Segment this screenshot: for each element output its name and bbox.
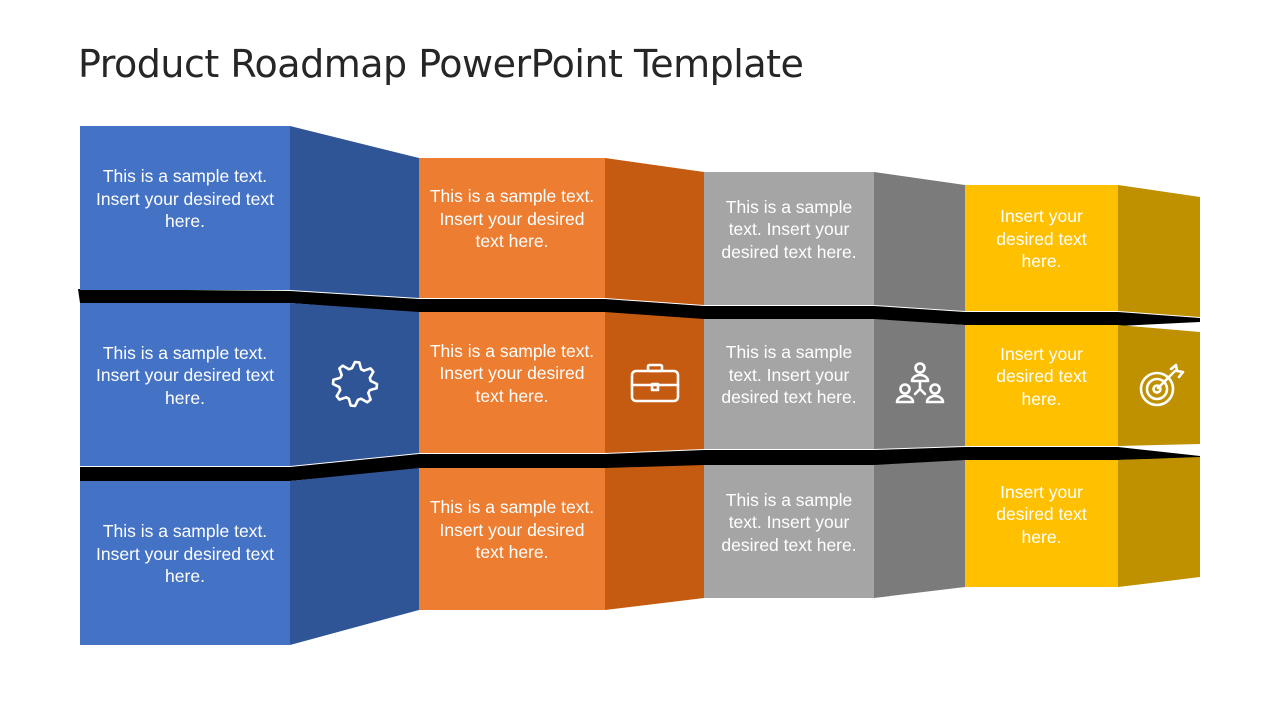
- briefcase-icon: [629, 357, 681, 409]
- team-hierarchy-icon: [894, 359, 946, 411]
- gray-row-2-text: This is a sample text. Insert your desir…: [721, 342, 857, 408]
- orange-row-2-text: This is a sample text. Insert your desir…: [429, 340, 595, 406]
- yellow-side-block-3: [1118, 457, 1200, 587]
- yellow-side-block-1: [1118, 185, 1200, 317]
- gear-icon: [329, 358, 381, 410]
- gray-side-block-1: [874, 172, 965, 311]
- orange-side-block-1: [605, 158, 704, 305]
- gray-row-1-text: This is a sample text. Insert your desir…: [721, 196, 857, 262]
- yellow-row-3-text: Insert your desired text here.: [996, 481, 1087, 547]
- gray-row-3-text: This is a sample text. Insert your desir…: [721, 489, 857, 555]
- blue-row-3-text: This is a sample text. Insert your desir…: [96, 521, 274, 587]
- orange-row-1-text: This is a sample text. Insert your desir…: [429, 186, 595, 252]
- blue-side-block-3: [290, 468, 419, 645]
- gray-side-block-3: [874, 460, 965, 598]
- yellow-row-2-text: Insert your desired text here.: [996, 343, 1087, 409]
- yellow-row-1-text: Insert your desired text here.: [996, 206, 1087, 272]
- orange-side-block-3: [605, 465, 704, 610]
- blue-row-1-text: This is a sample text. Insert your desir…: [96, 166, 274, 232]
- blue-row-2-text: This is a sample text. Insert your desir…: [96, 342, 274, 408]
- target-icon: [1133, 361, 1185, 413]
- blue-side-block-1: [290, 126, 419, 298]
- orange-row-3-text: This is a sample text. Insert your desir…: [429, 497, 595, 563]
